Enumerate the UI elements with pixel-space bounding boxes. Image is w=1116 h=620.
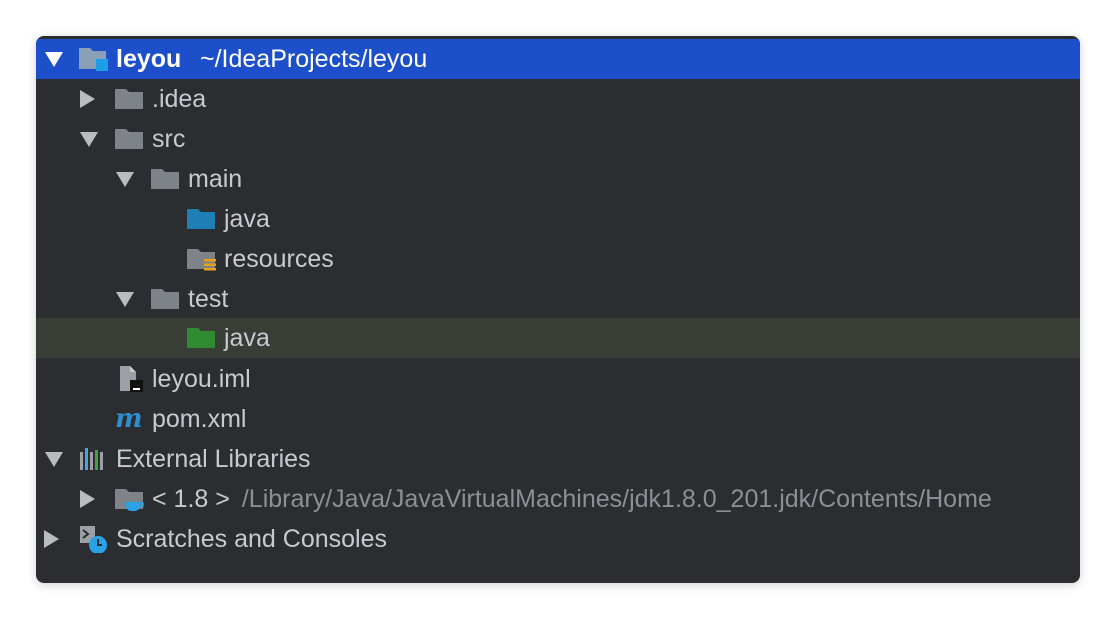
expand-arrow-icon[interactable] — [116, 292, 134, 307]
tree-item-test-java[interactable]: java — [36, 318, 1080, 358]
folder-icon — [115, 89, 143, 109]
tree-item-label: java — [224, 205, 270, 233]
tree-item-label: test — [188, 285, 229, 313]
tree-item-test[interactable]: test — [36, 279, 1080, 319]
test-folder-icon — [187, 328, 215, 348]
tree-item-label: Scratches and Consoles — [116, 525, 387, 553]
scratches-icon — [80, 526, 107, 553]
maven-icon: m — [115, 405, 143, 433]
tree-item-src[interactable]: src — [36, 119, 1080, 159]
tree-item-label: .idea — [152, 85, 207, 113]
expand-arrow-icon[interactable] — [45, 452, 63, 467]
module-file-icon — [120, 366, 143, 392]
libraries-icon — [80, 448, 103, 470]
folder-icon — [151, 169, 179, 189]
collapse-arrow-icon[interactable] — [44, 530, 59, 548]
expand-arrow-icon[interactable] — [116, 172, 134, 187]
tree-item-label: leyou.iml — [152, 365, 251, 393]
expand-arrow-icon[interactable] — [80, 132, 98, 147]
tree-item-jdk[interactable]: < 1.8 > /Library/Java/JavaVirtualMachines… — [36, 479, 1080, 519]
jdk-path: /Library/Java/JavaVirtualMachines/jdk1.8… — [241, 485, 992, 513]
tree-item-pom[interactable]: m pom.xml — [36, 399, 1080, 439]
tree-item-label: External Libraries — [116, 445, 311, 473]
tree-item-label: resources — [224, 245, 334, 273]
tree-item-label: src — [152, 125, 186, 153]
tree-item-label: pom.xml — [152, 405, 247, 433]
tree-item-label: main — [188, 165, 243, 193]
tree-item-resources[interactable]: resources — [36, 239, 1080, 279]
resources-folder-icon — [187, 249, 216, 271]
project-path: ~/IdeaProjects/leyou — [200, 45, 428, 73]
folder-icon — [151, 289, 179, 309]
source-folder-icon — [187, 209, 215, 229]
tree-item-label: java — [224, 324, 270, 352]
jdk-label-group: < 1.8 > /Library/Java/JavaVirtualMachines… — [152, 485, 992, 513]
jdk-version: < 1.8 > — [152, 485, 230, 513]
tree-item-project-root[interactable]: leyou ~/IdeaProjects/leyou — [36, 39, 1080, 79]
tree-item-main-java[interactable]: java — [36, 199, 1080, 239]
tree-item-external-libraries[interactable]: External Libraries — [36, 439, 1080, 479]
tree-item-main[interactable]: main — [36, 159, 1080, 199]
collapse-arrow-icon[interactable] — [80, 90, 95, 108]
expand-arrow-icon[interactable] — [45, 52, 63, 67]
project-folder-icon — [79, 48, 108, 71]
svg-text:m: m — [115, 405, 143, 433]
jdk-icon — [115, 489, 144, 511]
tree-item-iml[interactable]: leyou.iml — [36, 359, 1080, 399]
folder-icon — [115, 129, 143, 149]
collapse-arrow-icon[interactable] — [80, 490, 95, 508]
tree-item-idea[interactable]: .idea — [36, 79, 1080, 119]
tree-item-scratches[interactable]: Scratches and Consoles — [36, 519, 1080, 559]
project-name: leyou — [116, 45, 182, 73]
project-tree-panel: leyou ~/IdeaProjects/leyou .idea src mai… — [36, 36, 1080, 583]
